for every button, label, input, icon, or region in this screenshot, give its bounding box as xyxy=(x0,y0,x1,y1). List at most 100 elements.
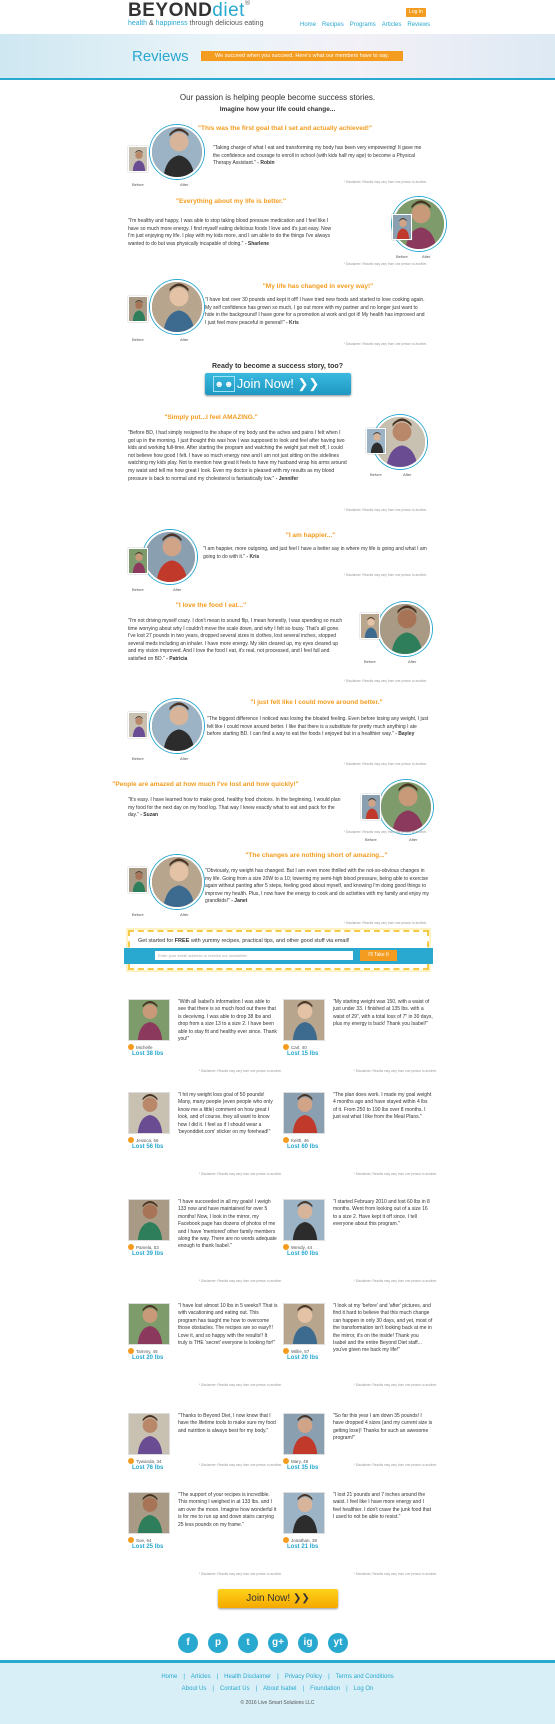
testimonial-quote: "So far this year I am down 35 pounds! I… xyxy=(333,1413,433,1442)
story-disclaimer: * Disclaimer: Results may vary from one … xyxy=(343,180,427,184)
nav-programs[interactable]: Programs xyxy=(350,22,376,28)
testimonial-photo xyxy=(128,1413,170,1455)
footer-link[interactable]: Foundation xyxy=(307,1686,343,1692)
instagram-icon[interactable]: ig xyxy=(298,1633,318,1653)
story-quote: "It's easy. I have learned how to make g… xyxy=(128,797,341,819)
twitter-icon[interactable]: t xyxy=(238,1633,258,1653)
testimonial-disclaimer: * Disclaimer: Results may vary from one … xyxy=(353,1383,437,1387)
footer-link[interactable]: Contact Us xyxy=(217,1686,253,1692)
bullet-icon xyxy=(283,1348,289,1354)
story-body: "Taking charge of what I eat and transfo… xyxy=(213,145,425,168)
story-body: "I am happier, more outgoing, and just f… xyxy=(203,546,428,561)
before-photo xyxy=(128,867,148,893)
story-headline: "My life has changed in every way!" xyxy=(262,283,374,290)
story-quote: "I have lost over 30 pounds and kept it … xyxy=(205,297,425,326)
logo-right: diet xyxy=(212,0,245,21)
tagline-happiness: happiness xyxy=(155,20,188,27)
bullet-icon xyxy=(128,1348,134,1354)
testimonial-photo xyxy=(128,1303,170,1345)
footer-link[interactable]: Home xyxy=(158,1674,180,1680)
testimonial-name: Jonathan, 39 xyxy=(283,1537,317,1543)
newsletter-text: Get started for FREE with yummy recipes,… xyxy=(138,938,349,944)
intro-line-2: Imagine how your life could change... xyxy=(219,106,336,113)
story-headline: "People are amazed at how much I've lost… xyxy=(112,781,299,788)
testimonial-name: Willie, 57 xyxy=(283,1348,309,1354)
nav-reviews[interactable]: Reviews xyxy=(407,22,430,28)
login-button[interactable]: Log In xyxy=(406,8,426,17)
bullet-icon xyxy=(283,1137,289,1143)
testimonial-name: Sue, 64 xyxy=(128,1537,152,1543)
footer-link[interactable]: Health Disclaimer xyxy=(221,1674,274,1680)
site-footer xyxy=(0,1660,555,1724)
bullet-icon xyxy=(128,1044,134,1050)
youtube-icon[interactable]: yt xyxy=(328,1633,348,1653)
banner-divider xyxy=(0,78,555,80)
after-caption: After xyxy=(422,254,431,259)
story-author: - Sharlene xyxy=(244,240,270,247)
after-photo xyxy=(143,530,197,584)
footer-separator: | xyxy=(255,1686,258,1692)
before-caption: Before xyxy=(132,912,144,917)
nav-home[interactable]: Home xyxy=(300,22,316,28)
story-body: "The biggest difference I noticed was lo… xyxy=(207,716,431,739)
story-author: - Janet xyxy=(231,898,248,905)
join-label: Join Now! xyxy=(236,376,294,391)
weight-lost: Lost 35 lbs xyxy=(287,1465,319,1471)
testimonial-quote: "The support of your recipes is incredib… xyxy=(178,1492,277,1528)
footer-link[interactable]: Articles xyxy=(188,1674,214,1680)
testimonial-disclaimer: * Disclaimer: Results may vary from one … xyxy=(198,1572,282,1576)
testimonial-quote: "I started February 2010 and lost 60 lbs… xyxy=(333,1199,430,1228)
testimonial-who: Tammy, 45 xyxy=(136,1348,158,1354)
testimonial-who: Pamela, 53 xyxy=(136,1244,159,1250)
testimonial-photo xyxy=(128,1492,170,1534)
before-caption: Before xyxy=(132,182,144,187)
after-photo xyxy=(379,780,433,834)
testimonial-quote: "My starting weight was 150, with a wais… xyxy=(333,999,433,1028)
testimonial-name: Michelle xyxy=(128,1044,153,1050)
email-input[interactable]: Enter your email address to receive our … xyxy=(155,951,353,960)
chevrons-icon-bottom: ❯❯ xyxy=(292,1593,310,1604)
weight-lost: Lost 15 lbs xyxy=(287,1051,319,1057)
story-disclaimer: * Disclaimer: Results may vary from one … xyxy=(343,762,427,766)
footer-link[interactable]: About Isabel xyxy=(260,1686,299,1692)
facebook-icon[interactable]: f xyxy=(178,1633,198,1653)
testimonial-who: Michelle xyxy=(136,1044,153,1050)
join-now-button[interactable]: ☻☻ Join Now! ❯❯ xyxy=(205,373,351,395)
story-headline: "This was the first goal that I set and … xyxy=(197,125,373,132)
footer-separator: | xyxy=(346,1686,348,1692)
story-body: "I'm healthy and happy. I was able to st… xyxy=(128,218,335,248)
bullet-icon xyxy=(128,1137,134,1143)
footer-link[interactable]: About Us xyxy=(179,1686,210,1692)
chevrons-icon: ❯❯ xyxy=(297,376,320,391)
google-plus-icon[interactable]: g+ xyxy=(268,1633,288,1653)
before-caption: Before xyxy=(132,587,144,592)
footer-link[interactable]: Log On xyxy=(351,1686,377,1692)
testimonial-name: Pamela, 53 xyxy=(128,1244,159,1250)
story-disclaimer: * Disclaimer: Results may vary from one … xyxy=(343,679,427,683)
testimonial-photo xyxy=(283,1199,325,1241)
before-photo xyxy=(128,712,148,738)
testimonial-quote: "With all Isabel's information I was abl… xyxy=(178,999,277,1043)
newsletter-text-free: FREE xyxy=(174,938,190,944)
bullet-icon xyxy=(128,1458,134,1464)
testimonial-disclaimer: * Disclaimer: Results may vary from one … xyxy=(353,1172,437,1176)
before-caption: Before xyxy=(132,337,144,342)
tagline: health & happiness through delicious eat… xyxy=(128,20,263,27)
pinterest-icon[interactable]: p xyxy=(208,1633,228,1653)
join-now-button-bottom[interactable]: Join Now! ❯❯ xyxy=(218,1589,338,1608)
after-caption: After xyxy=(180,756,189,761)
before-caption: Before xyxy=(132,756,144,761)
story-headline: "The changes are nothing short of amazin… xyxy=(245,852,388,859)
nav-recipes[interactable]: Recipes xyxy=(322,22,344,28)
after-photo xyxy=(150,855,204,909)
nav-articles[interactable]: Articles xyxy=(382,22,402,28)
weight-lost: Lost 76 lbs xyxy=(132,1465,164,1471)
testimonial-disclaimer: * Disclaimer: Results may vary from one … xyxy=(353,1279,437,1283)
newsletter-submit-button[interactable]: I'll Take It xyxy=(360,950,397,961)
story-body: "I have lost over 30 pounds and kept it … xyxy=(205,297,427,327)
logo[interactable]: BEYONDdiet® xyxy=(128,0,251,22)
footer-link[interactable]: Terms and Conditions xyxy=(333,1674,397,1680)
banner-pill: We succeed when you succeed. Here's what… xyxy=(201,51,403,61)
after-caption: After xyxy=(180,912,189,917)
footer-link[interactable]: Privacy Policy xyxy=(282,1674,325,1680)
